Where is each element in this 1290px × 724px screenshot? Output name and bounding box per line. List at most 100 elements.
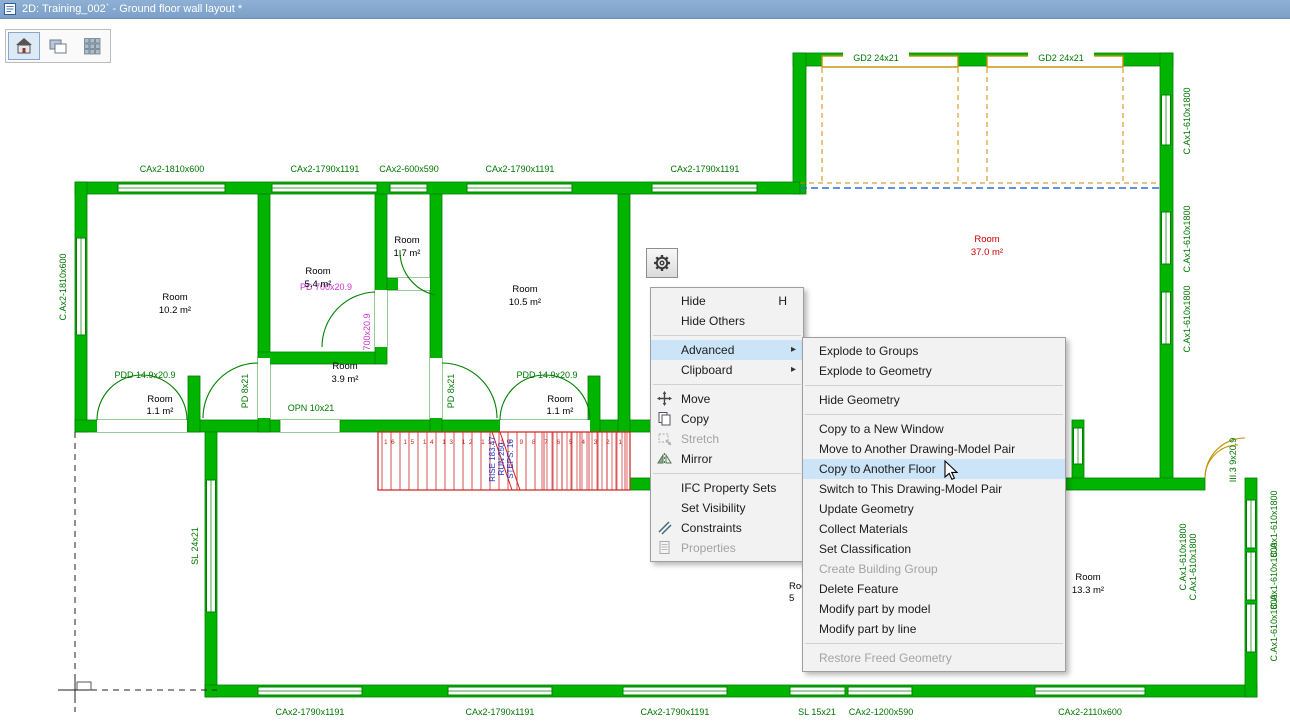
- stretch-icon: [657, 431, 673, 447]
- menu-item-label: Copy to a New Window: [819, 422, 944, 436]
- door-label: PD 8x21: [240, 374, 250, 409]
- menu-item-advanced[interactable]: Advanced ▸: [651, 340, 803, 360]
- menu-item-switch-to-this-drawing-model-pair[interactable]: Switch to This Drawing-Model Pair: [803, 479, 1065, 499]
- menu-item-explode-to-geometry[interactable]: Explode to Geometry: [803, 361, 1065, 381]
- menu-item-set-visibility[interactable]: Set Visibility: [651, 498, 803, 518]
- properties-icon: [657, 540, 673, 556]
- menu-item-update-geometry[interactable]: Update Geometry: [803, 499, 1065, 519]
- room-area: 10.5 m²: [509, 297, 541, 308]
- menu-item-hide-others[interactable]: Hide Others: [651, 311, 803, 331]
- window-label: C.Ax1-610x1800: [1269, 594, 1279, 661]
- menu-item-label: Hide: [681, 294, 706, 308]
- window-label: CAx2-2110x600: [1058, 707, 1122, 717]
- menu-item-label: Restore Freed Geometry: [819, 651, 952, 665]
- window-label: CAx2-1810x600: [140, 164, 205, 174]
- menu-item-modify-part-by-line[interactable]: Modify part by line: [803, 619, 1065, 639]
- window-label: CAx2-1790x1191: [466, 707, 535, 717]
- submenu-arrow-icon: ▸: [791, 340, 796, 360]
- menu-item-label: Collect Materials: [819, 522, 908, 536]
- drawing-views-button[interactable]: [42, 32, 74, 60]
- menu-shortcut: H: [778, 291, 787, 311]
- menu-item-hide[interactable]: Hide H: [651, 291, 803, 311]
- window-label: CAx2-1790x1191: [276, 707, 345, 717]
- view-toolbar: [5, 29, 111, 63]
- room-area: 5.4 m²: [305, 279, 332, 290]
- menu-item-label: Switch to This Drawing-Model Pair: [819, 482, 1002, 496]
- menu-item-modify-part-by-model[interactable]: Modify part by model: [803, 599, 1065, 619]
- menu-item-ifc-property-sets[interactable]: IFC Property Sets: [651, 478, 803, 498]
- window-label: C.Ax1-610x1800: [1188, 533, 1198, 600]
- menu-item-set-classification[interactable]: Set Classification: [803, 539, 1065, 559]
- menu-item-stretch[interactable]: Stretch: [651, 429, 803, 449]
- menu-item-label: Move to Another Drawing-Model Pair: [819, 442, 1015, 456]
- menu-separator: [805, 385, 1063, 386]
- room-area: 37.0 m²: [971, 247, 1003, 258]
- menu-item-restore-freed-geometry[interactable]: Restore Freed Geometry: [803, 648, 1065, 668]
- menu-item-move-to-another-drawing-model-pair[interactable]: Move to Another Drawing-Model Pair: [803, 439, 1065, 459]
- window-label: CAx2-1790x1191: [641, 707, 710, 717]
- menu-item-label: Copy: [681, 412, 709, 426]
- room-name: Room: [162, 292, 187, 303]
- mirror-icon: [657, 451, 673, 467]
- door-label: III.3 9x20.9: [1228, 438, 1238, 483]
- menu-item-label: Set Classification: [819, 542, 911, 556]
- constraints-icon: [657, 520, 673, 536]
- room-area: 1.1 m²: [547, 406, 574, 417]
- menu-item-constraints[interactable]: Constraints: [651, 518, 803, 538]
- menu-item-mirror[interactable]: Mirror: [651, 449, 803, 469]
- context-menu: Hide H Hide Others Advanced ▸ Clipboard …: [650, 287, 804, 562]
- sheet-grid-icon: [82, 36, 102, 56]
- app-window: 16 15 14 13 12 11 10 9 8 7 6 5 4 3 2 1 R…: [0, 0, 1290, 724]
- room-name: Room: [147, 394, 172, 405]
- copy-icon: [657, 411, 673, 427]
- room-name: Room: [547, 394, 572, 405]
- drawing-file-icon: [4, 3, 16, 15]
- menu-item-collect-materials[interactable]: Collect Materials: [803, 519, 1065, 539]
- menu-item-clipboard[interactable]: Clipboard ▸: [651, 360, 803, 380]
- garage-door-label: GD2 24x21: [853, 53, 899, 63]
- menu-item-copy-to-another-floor[interactable]: Copy to Another Floor: [803, 459, 1065, 479]
- door-label: PDD 14.9x20.9: [114, 370, 175, 380]
- advanced-submenu: Explode to Groups Explode to Geometry Hi…: [802, 337, 1066, 672]
- house-plan-button[interactable]: [8, 32, 40, 60]
- construction-guides: [58, 432, 217, 712]
- sheet-grid-button[interactable]: [76, 32, 108, 60]
- door-label: PD 8x21: [446, 374, 456, 409]
- opening-label: OPN 10x21: [288, 403, 335, 413]
- menu-item-hide-geometry[interactable]: Hide Geometry: [803, 390, 1065, 410]
- menu-item-copy-to-a-new-window[interactable]: Copy to a New Window: [803, 419, 1065, 439]
- window-label: CAx2-1790x1191: [291, 164, 360, 174]
- menu-item-label: Copy to Another Floor: [819, 462, 936, 476]
- window-label: CAx2-600x590: [379, 164, 439, 174]
- menu-item-delete-feature[interactable]: Delete Feature: [803, 579, 1065, 599]
- menu-item-label: Modify part by model: [819, 602, 930, 616]
- menu-item-copy[interactable]: Copy: [651, 409, 803, 429]
- room-area: 13.3 m²: [1072, 585, 1104, 596]
- menu-separator: [653, 473, 801, 474]
- menu-item-label: Delete Feature: [819, 582, 898, 596]
- room-area-partial: 5: [789, 593, 794, 604]
- menu-item-label: Hide Geometry: [819, 393, 900, 407]
- garage-door-label: GD2 24x21: [1038, 53, 1084, 63]
- menu-item-label: Constraints: [681, 521, 742, 535]
- menu-item-move[interactable]: Move: [651, 389, 803, 409]
- window-label: C.Ax2-1810x600: [58, 253, 68, 320]
- window-label: CAx2-1790x1191: [486, 164, 555, 174]
- menu-item-label: Modify part by line: [819, 622, 916, 636]
- context-gear-button[interactable]: [646, 248, 678, 278]
- window-label: C.Ax1-610x1800: [1182, 285, 1192, 352]
- menu-item-properties[interactable]: Properties: [651, 538, 803, 558]
- submenu-arrow-icon: ▸: [791, 360, 796, 380]
- menu-item-label: Mirror: [681, 452, 712, 466]
- room-name: Room: [974, 234, 999, 245]
- menu-item-explode-to-groups[interactable]: Explode to Groups: [803, 341, 1065, 361]
- drawing-canvas[interactable]: 16 15 14 13 12 11 10 9 8 7 6 5 4 3 2 1 R…: [0, 0, 1290, 724]
- menu-item-label: Set Visibility: [681, 501, 745, 515]
- room-name: Room: [394, 235, 419, 246]
- menu-item-create-building-group[interactable]: Create Building Group: [803, 559, 1065, 579]
- door-label: 700x20.9: [362, 313, 372, 350]
- stair-steps-label: STEPS: 16: [506, 439, 515, 479]
- menu-item-label: Move: [681, 392, 710, 406]
- move-icon: [657, 391, 673, 407]
- menu-item-label: Stretch: [681, 432, 719, 446]
